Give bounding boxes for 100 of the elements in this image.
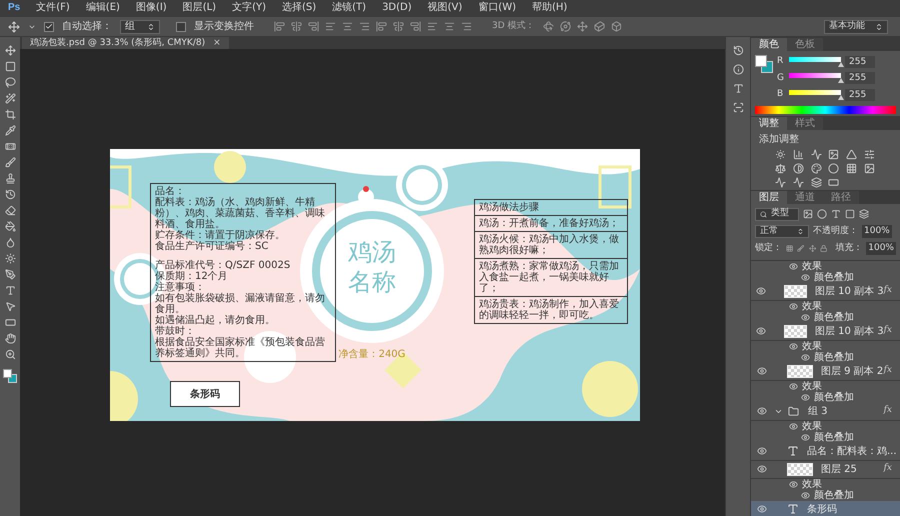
layer-row[interactable]: 品名：配料表：鸡... <box>751 442 900 460</box>
checkbox[interactable] <box>176 22 186 32</box>
align-icon[interactable] <box>410 21 421 32</box>
document-tab[interactable]: 鸡汤包装.psd @ 33.3% (条形码, CMYK/8) × <box>22 37 229 49</box>
menu-item[interactable]: 编辑(E) <box>86 1 120 15</box>
color-lookup-icon[interactable] <box>846 162 858 174</box>
layer-row[interactable]: 图层 9 副本 2fx <box>751 362 900 380</box>
shape-tool-icon[interactable] <box>4 317 16 328</box>
target-dropdown[interactable]: 组 <box>120 20 160 34</box>
visibility-eye-icon[interactable] <box>756 326 766 336</box>
vibrance-icon[interactable] <box>846 148 858 160</box>
align-icon[interactable] <box>359 21 370 32</box>
exposure-icon[interactable] <box>828 148 840 160</box>
pen-tool-icon[interactable] <box>4 269 16 280</box>
menu-item[interactable]: 3D(D) <box>382 1 412 15</box>
text-tool-icon[interactable] <box>4 285 16 296</box>
menu-item[interactable]: 窗口(W) <box>478 1 516 15</box>
history-icon[interactable] <box>732 45 744 56</box>
visibility-eye-icon[interactable] <box>757 366 767 376</box>
effects-row[interactable]: 效果 <box>751 260 900 272</box>
paragraph-icon[interactable] <box>732 102 744 113</box>
visibility-eye-icon[interactable] <box>789 382 798 390</box>
filter-icon[interactable] <box>859 209 869 219</box>
lock-icon[interactable] <box>808 244 816 254</box>
visibility-eye-icon[interactable] <box>801 490 810 500</box>
color-swatches[interactable] <box>755 55 773 73</box>
eraser-tool-icon[interactable] <box>4 205 16 216</box>
path-selection-tool-icon[interactable] <box>4 301 16 312</box>
channel-value-field[interactable]: 255 <box>845 88 875 101</box>
3d-tool-icon[interactable] <box>594 21 605 32</box>
visibility-eye-icon[interactable] <box>801 432 810 442</box>
align-icon[interactable] <box>325 21 336 32</box>
color-spectrum[interactable] <box>755 106 896 114</box>
layer-row[interactable]: 图层 25 fx <box>751 460 900 478</box>
align-icon[interactable] <box>342 21 353 32</box>
panel-tab[interactable]: 图层 <box>751 190 787 204</box>
stamp-tool-icon[interactable] <box>4 173 16 184</box>
align-icon[interactable] <box>291 21 302 32</box>
panel-tab[interactable]: 色板 <box>787 38 823 51</box>
channel-value-field[interactable]: 255 <box>845 72 875 84</box>
align-icon[interactable] <box>308 21 319 32</box>
hue-icon[interactable] <box>864 148 876 160</box>
align-icon[interactable] <box>427 21 438 32</box>
3d-tool-icon[interactable] <box>576 21 588 32</box>
menu-item[interactable]: 图层(L) <box>182 1 216 15</box>
panel-tab[interactable]: 颜色 <box>751 38 787 51</box>
align-icon[interactable] <box>444 21 455 32</box>
visibility-eye-icon[interactable] <box>757 464 767 474</box>
color-swatches[interactable] <box>3 369 17 383</box>
filter-icon[interactable] <box>817 209 827 219</box>
visibility-eye-icon[interactable] <box>756 286 766 296</box>
hand-tool-icon[interactable] <box>4 333 16 344</box>
panel-tab[interactable]: 路径 <box>823 190 859 204</box>
align-icon[interactable] <box>393 21 404 32</box>
channel-value-field[interactable]: 255 <box>845 56 875 68</box>
layer-row[interactable]: 组 3 fx <box>751 402 900 420</box>
lasso-tool-icon[interactable] <box>4 77 16 88</box>
menu-item[interactable]: 图像(I) <box>136 1 167 15</box>
visibility-eye-icon[interactable] <box>789 262 798 270</box>
magic-wand-tool-icon[interactable] <box>4 93 16 104</box>
3d-tool-icon[interactable] <box>542 21 554 32</box>
checkbox[interactable] <box>44 22 54 32</box>
filter-icon[interactable] <box>831 209 841 219</box>
visibility-eye-icon[interactable] <box>757 504 767 514</box>
layer-row[interactable]: 图层 10 副本 3fx <box>751 282 900 300</box>
color-balance-icon[interactable] <box>775 162 786 174</box>
curves-icon[interactable] <box>810 148 822 160</box>
align-icon[interactable] <box>376 21 387 32</box>
menu-item[interactable]: 滤镜(T) <box>332 1 366 15</box>
lock-icon[interactable] <box>820 244 828 254</box>
workspace-dropdown[interactable]: 基本功能 <box>824 20 888 34</box>
layer-row[interactable]: 条形码 <box>751 500 900 516</box>
info-icon[interactable] <box>732 64 744 75</box>
menu-item[interactable]: 帮助(H) <box>532 1 568 15</box>
align-icon[interactable] <box>461 21 472 32</box>
filter-icon[interactable] <box>803 209 813 219</box>
menu-item[interactable]: 视图(V) <box>428 1 462 15</box>
lock-icon[interactable] <box>786 244 794 254</box>
visibility-eye-icon[interactable] <box>801 312 810 322</box>
visibility-eye-icon[interactable] <box>757 446 767 456</box>
healing-tool-icon[interactable] <box>4 141 16 152</box>
opacity-field[interactable]: 100% <box>862 224 892 238</box>
eyedropper-tool-icon[interactable] <box>4 125 16 136</box>
move-tool-icon[interactable] <box>4 45 16 56</box>
filter-icon[interactable] <box>845 209 855 219</box>
lock-icon[interactable] <box>797 244 805 254</box>
history-brush-tool-icon[interactable] <box>4 189 16 200</box>
layer-row[interactable]: 图层 10 副本 3fx <box>751 322 900 340</box>
visibility-eye-icon[interactable] <box>789 302 798 310</box>
move-tool-icon[interactable] <box>8 20 20 32</box>
contrast-icon[interactable] <box>792 162 804 174</box>
marquee-tool-icon[interactable] <box>4 61 16 72</box>
blend-mode-dropdown[interactable]: 正常 <box>755 224 809 238</box>
dodge-tool-icon[interactable] <box>4 253 16 264</box>
close-icon[interactable]: × <box>213 37 221 49</box>
zoom-tool-icon[interactable] <box>4 349 16 360</box>
visibility-eye-icon[interactable] <box>757 406 767 416</box>
blur-tool-icon[interactable] <box>4 237 16 248</box>
3d-tool-icon[interactable] <box>610 21 622 32</box>
menu-item[interactable]: 文件(F) <box>36 1 70 15</box>
